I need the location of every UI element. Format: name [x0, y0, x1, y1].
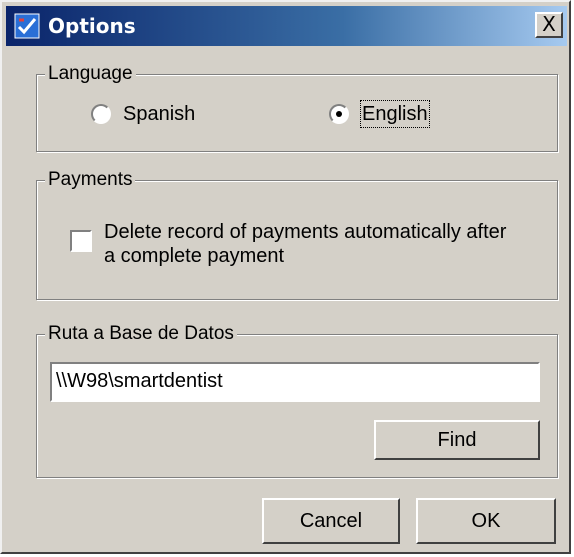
find-button[interactable]: Find — [374, 420, 540, 460]
delete-payments-checkbox[interactable] — [70, 230, 92, 252]
ok-button[interactable]: OK — [416, 498, 556, 544]
cancel-button-label: Cancel — [299, 509, 363, 532]
payments-legend: Payments — [45, 168, 136, 192]
close-icon: X — [542, 12, 556, 36]
options-dialog: Options X Language Spanish English Payme… — [0, 0, 571, 554]
language-legend: Language — [45, 62, 136, 86]
window-title: Options — [48, 14, 136, 38]
label-english[interactable]: English — [360, 100, 430, 128]
radio-spanish[interactable] — [91, 104, 111, 124]
app-icon — [14, 13, 40, 39]
radio-selected-dot — [336, 111, 342, 117]
label-spanish[interactable]: Spanish — [123, 102, 195, 126]
ok-button-label: OK — [471, 509, 501, 532]
delete-payments-label-line2[interactable]: a complete payment — [104, 244, 284, 268]
delete-payments-label-line1[interactable]: Delete record of payments automatically … — [104, 220, 506, 244]
radio-english[interactable] — [329, 104, 349, 124]
title-bar[interactable]: Options X — [6, 6, 567, 46]
cancel-button[interactable]: Cancel — [262, 498, 400, 544]
language-group: Language — [36, 62, 558, 152]
database-path-input[interactable]: \\W98\smartdentist — [50, 362, 540, 402]
database-legend: Ruta a Base de Datos — [45, 322, 237, 346]
find-button-label: Find — [437, 428, 477, 451]
close-button[interactable]: X — [535, 12, 563, 38]
